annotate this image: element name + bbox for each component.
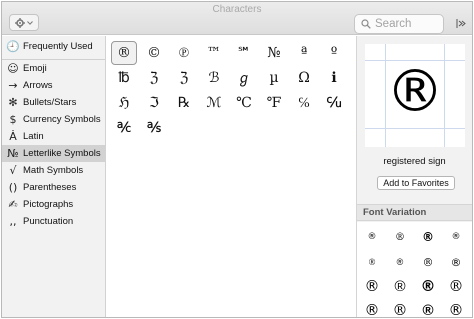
preview-glyph: ® — [386, 57, 444, 125]
font-variation-cell[interactable]: ® — [360, 225, 384, 249]
font-variation-cell[interactable]: ® — [444, 274, 468, 298]
character-cell[interactable]: ℉ — [261, 91, 287, 115]
character-cell[interactable]: ℅ — [291, 91, 317, 115]
dollar-icon: $ — [9, 113, 17, 126]
font-variation-cell[interactable]: ® — [388, 250, 412, 274]
character-grid: ® © ℗ ™ ℠ № ª º ℔ ℨ ℨ ℬ ℊ µ Ω ℹ ℌ ℑ ℞ ℳ … — [107, 36, 355, 317]
collapse-panel-button[interactable] — [454, 15, 468, 32]
character-cell[interactable]: ℨ — [171, 66, 197, 90]
character-cell[interactable]: ª — [291, 41, 317, 65]
gear-icon — [15, 17, 25, 28]
character-cell[interactable]: º — [321, 41, 347, 65]
arrow-icon: → — [8, 79, 18, 92]
numero-icon: № — [7, 147, 19, 160]
punctuation-icon: ,, — [9, 215, 17, 228]
sidebar-item-pictographs[interactable]: ✍ Pictographs — [2, 196, 105, 213]
character-cell[interactable]: µ — [261, 66, 287, 90]
font-variation-cell[interactable]: ® — [416, 274, 440, 298]
sidebar-item-label: Punctuation — [23, 216, 74, 227]
sidebar-item-label: Math Symbols — [23, 165, 84, 176]
add-to-favorites-button[interactable]: Add to Favorites — [377, 176, 455, 190]
font-variation-cell[interactable]: ® — [360, 274, 384, 298]
character-cell[interactable]: ℁ — [141, 116, 167, 140]
font-variation-cell[interactable]: ® — [416, 250, 440, 274]
star-icon: ✻ — [8, 96, 18, 109]
character-cell[interactable]: ℑ — [141, 91, 167, 115]
character-cell-registered[interactable]: ® — [111, 41, 137, 65]
sidebar-item-label: Latin — [23, 131, 44, 142]
character-cell[interactable]: ℳ — [201, 91, 227, 115]
character-cell[interactable]: ℹ — [321, 66, 347, 90]
font-variation-cell[interactable]: ® — [444, 225, 468, 249]
search-field[interactable] — [354, 14, 444, 34]
font-variation-cell[interactable]: ® — [360, 250, 384, 274]
toolbar: Characters — [2, 2, 472, 35]
character-cell[interactable]: ℃ — [231, 91, 257, 115]
character-cell[interactable]: Ω — [291, 66, 317, 90]
character-cell[interactable]: ℬ — [201, 66, 227, 90]
sidebar-item-label: Arrows — [23, 80, 53, 91]
sidebar-item-label: Parentheses — [23, 182, 77, 193]
sidebar-item-frequently-used[interactable]: 🕘 Frequently Used — [2, 38, 105, 55]
sidebar-item-label: Letterlike Symbols — [23, 148, 101, 159]
preview-guide-line — [365, 128, 465, 129]
collapse-panel-icon — [456, 19, 466, 28]
font-variation-header: Font Variation — [357, 204, 472, 221]
sidebar-item-label: Currency Symbols — [23, 114, 101, 125]
sidebar-item-label: Pictographs — [23, 199, 74, 210]
character-cell[interactable]: № — [261, 41, 287, 65]
font-variation-cell[interactable]: ® — [388, 298, 412, 317]
characters-window: Characters Search 🕘 Frequently Used ☺ Em… — [1, 1, 473, 318]
character-cell[interactable]: ℨ — [141, 66, 167, 90]
character-detail-panel: ® registered sign Add to Favorites Font … — [356, 36, 472, 318]
font-variation-cell[interactable]: ® — [416, 298, 440, 318]
character-cell[interactable]: ℠ — [231, 41, 257, 65]
sidebar-item-bullets-stars[interactable]: ✻ Bullets/Stars — [2, 94, 105, 111]
sidebar-item-label: Bullets/Stars — [23, 97, 77, 108]
chevron-down-icon — [27, 20, 33, 25]
character-cell[interactable]: ℆ — [321, 91, 347, 115]
character-cell[interactable]: © — [141, 41, 167, 65]
square-root-icon: √ — [9, 164, 17, 177]
sidebar-item-label: Frequently Used — [23, 41, 93, 52]
clock-icon: 🕘 — [6, 40, 20, 53]
sidebar-item-label: Emoji — [23, 63, 47, 74]
sidebar-item-parentheses[interactable]: () Parentheses — [2, 179, 105, 196]
smiley-icon: ☺ — [7, 62, 19, 75]
font-variation-grid: ® ® ® ® ® ® ® ® ® ® ® ® ® ® ® ® — [357, 222, 472, 318]
pictograph-icon: ✍ — [8, 198, 18, 211]
sidebar-item-arrows[interactable]: → Arrows — [2, 77, 105, 94]
sidebar-item-emoji[interactable]: ☺ Emoji — [2, 60, 105, 77]
font-variation-cell[interactable]: ® — [444, 298, 468, 317]
character-cell[interactable]: ℞ — [171, 91, 197, 115]
font-variation-cell[interactable]: ® — [388, 274, 412, 298]
sidebar-item-math-symbols[interactable]: √ Math Symbols — [2, 162, 105, 179]
parentheses-icon: () — [8, 181, 18, 194]
latin-letter-icon: Ȧ — [9, 130, 17, 143]
character-cell[interactable]: ™ — [201, 41, 227, 65]
font-variation-cell[interactable]: ® — [388, 225, 412, 249]
search-input[interactable] — [375, 18, 441, 30]
magnifier-icon — [361, 19, 371, 29]
character-name: registered sign — [383, 156, 446, 167]
sidebar-item-letterlike-symbols[interactable]: № Letterlike Symbols — [2, 145, 105, 162]
category-sidebar: 🕘 Frequently Used ☺ Emoji → Arrows ✻ Bul… — [2, 36, 106, 317]
sidebar-item-currency-symbols[interactable]: $ Currency Symbols — [2, 111, 105, 128]
font-variation-cell[interactable]: ® — [416, 225, 440, 249]
character-cell[interactable]: ℀ — [111, 116, 137, 140]
sidebar-item-punctuation[interactable]: ,, Punctuation — [2, 213, 105, 230]
character-cell[interactable]: ℗ — [171, 41, 197, 65]
character-preview: ® — [365, 44, 465, 147]
action-menu-button[interactable] — [9, 14, 39, 31]
sidebar-item-latin[interactable]: Ȧ Latin — [2, 128, 105, 145]
font-variation-cell[interactable]: ® — [444, 250, 468, 274]
character-cell[interactable]: ℌ — [111, 91, 137, 115]
font-variation-cell[interactable]: ® — [360, 298, 384, 317]
character-cell[interactable]: ℊ — [231, 66, 257, 90]
character-cell[interactable]: ℔ — [111, 66, 137, 90]
